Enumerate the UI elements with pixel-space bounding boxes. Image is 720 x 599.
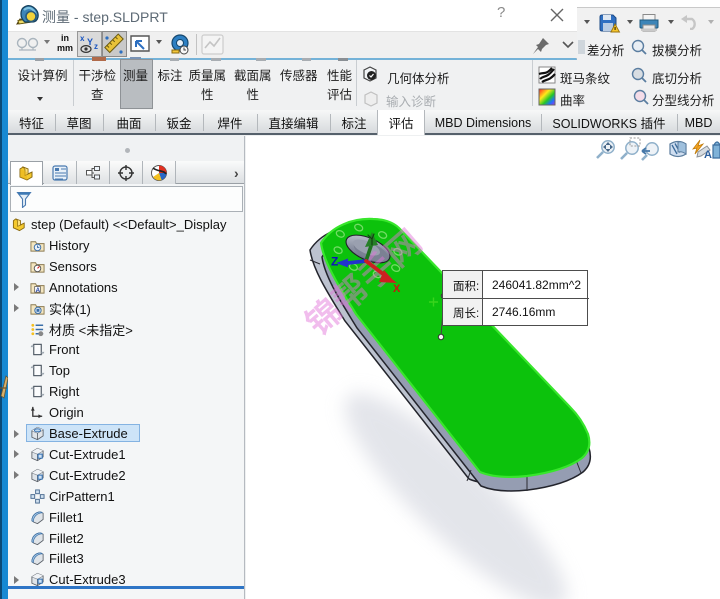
svg-text:x: x — [80, 34, 85, 43]
svg-text:A: A — [36, 287, 41, 294]
svg-text:X: X — [393, 283, 401, 295]
svg-text:A: A — [704, 149, 712, 161]
svg-text:z: z — [94, 42, 98, 51]
svg-text:Z: Z — [331, 255, 338, 269]
